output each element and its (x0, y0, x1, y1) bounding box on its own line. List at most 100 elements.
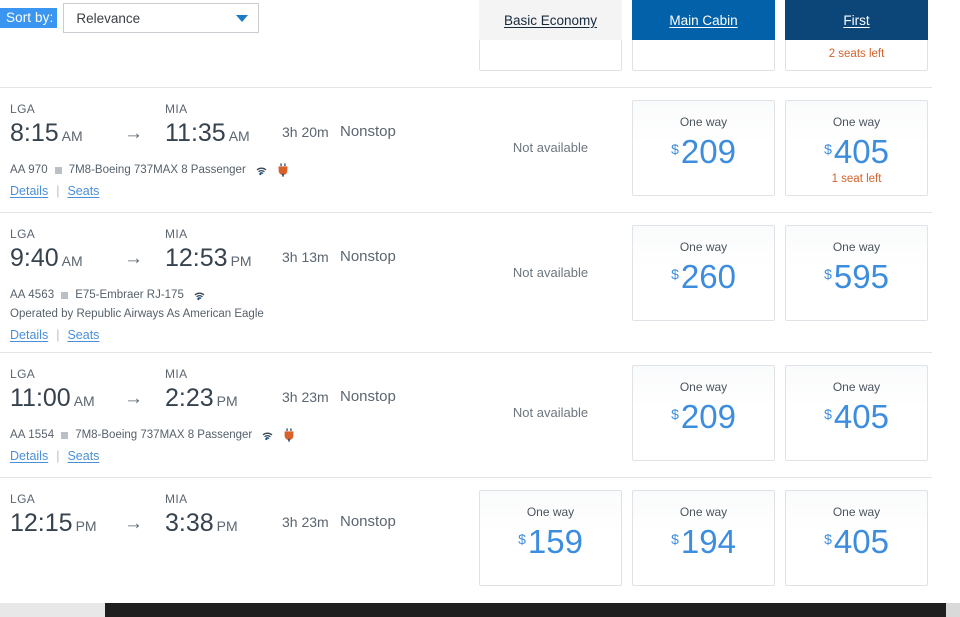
fare-cells: Not available One way $209 One way $405 1 sea… (479, 100, 932, 196)
arrival-time-value: 2:23 (165, 384, 214, 412)
fare-trip-type: One way (679, 240, 728, 254)
fare-price-amount: 405 (833, 133, 889, 170)
fare-column-header-first[interactable]: First (785, 0, 928, 40)
fare-price-amount: 209 (680, 398, 736, 435)
fare-price-amount: 405 (833, 398, 889, 435)
seats-link[interactable]: Seats (67, 449, 99, 463)
fare-cell: One way$194 (632, 490, 775, 586)
link-separator: | (56, 184, 60, 198)
departure-airport-code: LGA (10, 492, 36, 506)
fare-not-available: Not available (512, 265, 589, 280)
sort-by-selected-value: Relevance (76, 10, 141, 26)
fare-card[interactable]: One way $209 (632, 100, 775, 196)
arrival-time: 3:38 PM (165, 507, 238, 542)
fare-card[interactable]: One way $209 (632, 365, 775, 461)
aircraft-type: 7M8-Boeing 737MAX 8 Passenger (75, 429, 253, 441)
flight-stops: Nonstop (340, 123, 396, 140)
fare-cells: Not available One way $209 One way $405 (479, 365, 932, 461)
arrival-time-meridiem: AM (228, 128, 250, 144)
fare-cell: One way $159 (479, 490, 622, 586)
fare-cell: One way $405 1 seat left (785, 100, 928, 196)
departure-time-value: 8:15 (10, 119, 59, 147)
flight-row: LGA 11:00 AM → MIA 2:23 PM 3h 23m Nonstop AA 1554… (0, 352, 960, 477)
link-separator: | (56, 449, 60, 463)
fare-column-header-main-cabin[interactable]: Main Cabin (632, 0, 775, 40)
fare-cell: Not available (479, 100, 622, 196)
fare-cell: One way $209 (632, 100, 775, 196)
horizontal-scrollbar-end-cap[interactable] (946, 603, 960, 617)
departure-segment: LGA 9:40 AM (10, 227, 83, 277)
fare-price: $405 (824, 523, 889, 561)
separator-square-icon (61, 291, 69, 299)
seats-left-badge: 2 seats left (828, 48, 885, 60)
arrival-airport-code: MIA (165, 102, 188, 116)
fare-price: $405 (824, 133, 889, 171)
sort-by-control: Sort by: Relevance (0, 0, 270, 36)
departure-airport-code: LGA (10, 227, 36, 241)
fare-column-header-label: Main Cabin (669, 12, 738, 28)
currency-symbol: $ (671, 531, 679, 547)
fare-column-header-basic-economy[interactable]: Basic Economy (479, 0, 622, 40)
flight-number: AA 1554 (10, 429, 55, 441)
horizontal-scrollbar-thumb[interactable] (0, 603, 105, 617)
details-link[interactable]: Details (10, 449, 48, 463)
fare-price: $209 (671, 398, 736, 436)
arrival-segment: MIA 3:38 PM (165, 492, 238, 542)
fare-card[interactable]: One way $405 (785, 365, 928, 461)
flight-row: LGA 12:15 PM → MIA 3:38 PM 3h 23m Nonstop One way… (0, 477, 960, 602)
departure-time-value: 11:00 (10, 384, 71, 412)
fare-cells: Not available One way $260 One way $595 (479, 225, 932, 321)
fare-cell: Not available (479, 225, 622, 321)
departure-time: 9:40 AM (10, 242, 83, 277)
departure-time-meridiem: AM (73, 393, 95, 409)
flight-duration: 3h 23m (282, 389, 329, 405)
arrival-airport-code: MIA (165, 227, 188, 241)
arrow-icon: → (124, 123, 143, 144)
fare-price-amount: 159 (527, 523, 583, 560)
aircraft-type: E75-Embraer RJ-175 (75, 289, 184, 301)
arrival-time-value: 3:38 (165, 509, 214, 537)
fare-price: $159 (518, 523, 583, 561)
currency-symbol: $ (671, 406, 679, 422)
horizontal-scrollbar[interactable] (0, 603, 960, 617)
flight-row: LGA 9:40 AM → MIA 12:53 PM 3h 13m Nonstop AA 4563… (0, 212, 960, 352)
fare-price-amount: 194 (680, 523, 736, 560)
power-outlet-icon (283, 428, 295, 442)
fare-trip-type: One way (526, 505, 575, 519)
fare-card[interactable]: One way $405 (785, 490, 928, 586)
flight-results-list: AA 1530738-Boeing 737Details|SeatsOne wa… (0, 0, 960, 602)
fare-column-header-label: First (843, 12, 870, 28)
details-link[interactable]: Details (10, 328, 48, 342)
wifi-icon (192, 289, 207, 301)
arrival-airport-code: MIA (165, 367, 188, 381)
arrival-time-value: 11:35 (165, 119, 226, 147)
wifi-icon (254, 164, 269, 176)
arrival-time-meridiem: PM (216, 393, 238, 409)
flight-row: LGA 8:15 AM → MIA 11:35 AM 3h 20m Nonstop AA 970 7… (0, 87, 960, 212)
fare-not-available: Not available (512, 140, 589, 155)
departure-time: 11:00 AM (10, 382, 95, 417)
flight-number: AA 4563 (10, 289, 55, 301)
arrival-segment: MIA 12:53 PM (165, 227, 252, 277)
fare-card[interactable]: One way $595 (785, 225, 928, 321)
fare-trip-type: One way (832, 505, 881, 519)
fare-trip-type: One way (832, 240, 881, 254)
seats-link[interactable]: Seats (67, 328, 99, 342)
details-link[interactable]: Details (10, 184, 48, 198)
flight-duration: 3h 23m (282, 514, 329, 530)
fare-card[interactable]: One way$194 (632, 490, 775, 586)
departure-time-value: 9:40 (10, 244, 59, 272)
fare-card[interactable]: One way $159 (479, 490, 622, 586)
fare-card[interactable]: One way $405 1 seat left (785, 100, 928, 196)
departure-airport-code: LGA (10, 102, 36, 116)
fare-price: $595 (824, 258, 889, 296)
flight-links: Details | Seats (10, 328, 960, 342)
arrival-segment: MIA 11:35 AM (165, 102, 250, 152)
fare-trip-type: One way (679, 505, 728, 519)
departure-time-meridiem: AM (61, 128, 83, 144)
fare-card[interactable]: One way $260 (632, 225, 775, 321)
sort-by-select[interactable]: Relevance (63, 3, 260, 33)
fare-trip-type: One way (832, 380, 881, 394)
seats-link[interactable]: Seats (67, 184, 99, 198)
fare-cell: Not available (479, 365, 622, 461)
